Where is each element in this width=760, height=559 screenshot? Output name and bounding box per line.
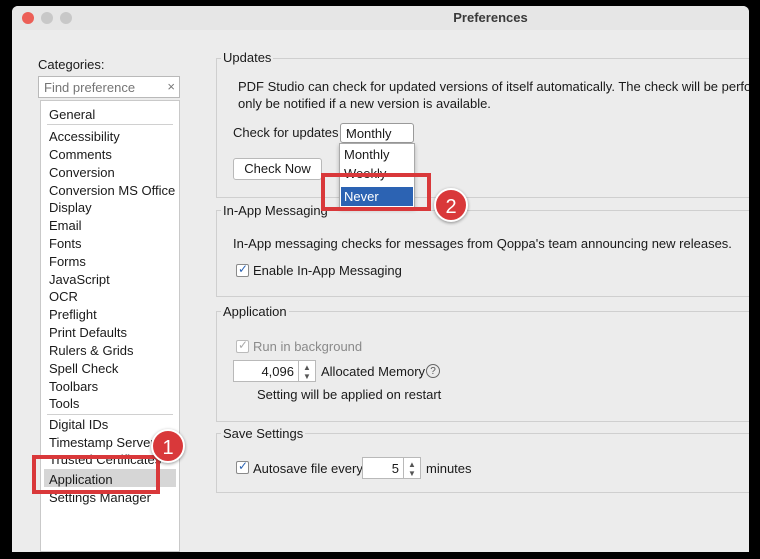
category-item[interactable]: Fonts [49,235,82,253]
stepper-down-icon[interactable]: ▼ [408,469,416,478]
autosave-checkbox[interactable] [236,459,249,474]
enable-messaging-label: Enable In-App Messaging [253,263,402,278]
run-in-background-checkbox[interactable] [236,338,249,353]
category-item[interactable]: Toolbars [49,378,98,396]
help-icon[interactable]: ? [426,364,440,378]
in-app-messaging-label: In-App Messaging [221,203,330,218]
category-divider [47,124,173,125]
stepper-up-icon[interactable]: ▲ [303,363,311,372]
category-item[interactable]: Tools [49,395,79,413]
category-item[interactable]: Preflight [49,306,97,324]
category-item[interactable]: Print Defaults [49,324,127,342]
minutes-label: minutes [426,461,472,476]
in-app-messaging-group [216,210,749,297]
step-badge-2: 2 [434,188,468,222]
highlight-box-never [321,173,431,211]
save-settings-label: Save Settings [221,426,306,441]
step-badge-1: 1 [151,429,185,463]
check-for-updates-label: Check for updates [233,125,339,140]
allocated-memory-label: Allocated Memory [321,364,426,379]
categories-label: Categories: [38,57,105,72]
find-preference-field[interactable]: × [38,76,180,98]
title-bar: Preferences [12,6,749,30]
category-item[interactable]: Conversion MS Office [49,182,175,200]
category-item[interactable]: OCR [49,288,78,306]
updates-description: PDF Studio can check for updated version… [238,79,749,94]
messaging-description: In-App messaging checks for messages fro… [233,236,732,251]
updates-description-2: only be notified if a new version is ava… [238,96,491,111]
category-item[interactable]: Digital IDs [49,416,108,434]
highlight-box-application [32,455,160,494]
menu-option-monthly[interactable]: Monthly [344,147,390,162]
category-item[interactable]: Email [49,217,82,235]
autosave-minutes-value: 5 [391,461,399,476]
category-item[interactable]: Display [49,199,92,217]
autosave-minutes-input[interactable]: 5 [362,457,404,479]
enable-messaging-checkbox[interactable] [236,262,249,277]
memory-stepper[interactable]: ▲ ▼ [298,360,316,382]
check-now-button[interactable]: Check Now [233,158,322,180]
category-item[interactable]: Accessibility [49,128,120,146]
stepper-down-icon[interactable]: ▼ [303,372,311,381]
window-title: Preferences [453,10,528,25]
autosave-stepper[interactable]: ▲ ▼ [403,457,421,479]
updates-group-label: Updates [221,50,274,65]
category-item[interactable]: JavaScript [49,271,110,289]
autosave-label: Autosave file every [253,461,363,476]
category-item[interactable]: General [49,106,95,124]
update-frequency-select[interactable]: Monthly ⌵ [340,123,414,143]
category-item[interactable]: Rulers & Grids [49,342,134,360]
category-divider [47,414,173,415]
clear-icon[interactable]: × [167,79,175,94]
category-item[interactable]: Spell Check [49,360,118,378]
restart-note: Setting will be applied on restart [257,387,442,402]
chevron-down-icon: ⌵ [346,125,355,137]
application-group-label: Application [221,304,289,319]
category-item[interactable]: Conversion [49,164,115,182]
memory-value: 4,096 [261,364,294,379]
memory-input[interactable]: 4,096 [233,360,299,382]
search-input[interactable] [44,78,162,96]
run-in-background-label: Run in background [253,339,363,354]
category-item[interactable]: Forms [49,253,86,271]
category-item[interactable]: Comments [49,146,112,164]
category-item[interactable]: Timestamp Servers [49,434,161,452]
stepper-up-icon[interactable]: ▲ [408,460,416,469]
